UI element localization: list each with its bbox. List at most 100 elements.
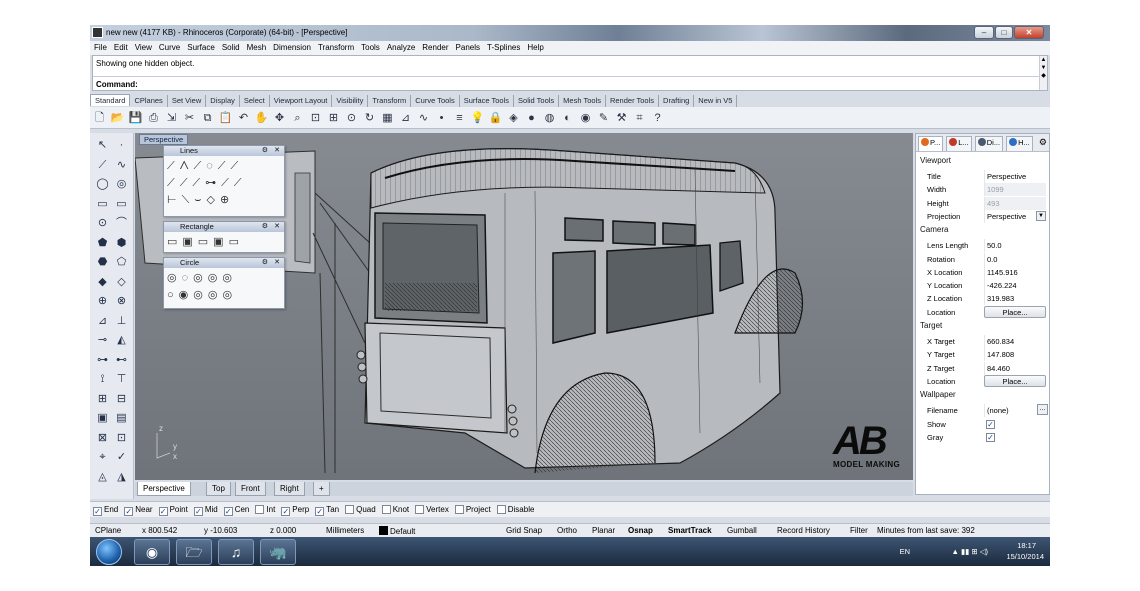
osnap-checkbox[interactable] <box>381 505 391 514</box>
osnap-cen[interactable]: ✓ Cen <box>223 505 249 516</box>
left-tool-icon-35[interactable]: ◬ <box>94 469 111 486</box>
menu-surface[interactable]: Surface <box>183 41 218 52</box>
start-button[interactable] <box>96 539 122 565</box>
left-tool-icon-20[interactable]: ⊥ <box>113 313 130 330</box>
chrome-icon[interactable]: ◉ <box>134 539 170 565</box>
viewport-title-tab[interactable]: Perspective <box>139 134 189 145</box>
osnap-project[interactable]: Project <box>454 505 491 514</box>
close-icon[interactable]: ✕ <box>274 258 280 268</box>
rectangle-tools[interactable]: ▭▣▭▣▭ <box>164 232 284 253</box>
tab-mesh-tools[interactable]: Mesh Tools <box>559 95 606 107</box>
left-tool-icon-6[interactable]: ◎ <box>113 176 130 193</box>
undo-icon[interactable]: ↶ <box>236 110 251 126</box>
clock-date[interactable]: 15/10/2014 <box>1006 552 1044 561</box>
left-tool-icon-25[interactable]: ⟟ <box>94 371 111 388</box>
lines-tools-row[interactable]: ⟋⋀⟋◌⟋⟋ <box>167 158 281 175</box>
grid-icon[interactable]: ⌗ <box>632 110 647 126</box>
property-checkbox[interactable]: ✓ <box>986 419 995 429</box>
left-tool-icon-23[interactable]: ⊶ <box>94 352 111 369</box>
rendered-icon[interactable]: ◉ <box>578 110 593 126</box>
menu-file[interactable]: File <box>90 41 110 52</box>
left-tool-icon-31[interactable]: ⊠ <box>94 430 111 447</box>
perspective-viewport[interactable]: Perspective Lines ⚙ ✕ ⟋⋀⟋◌⟋⟋ ⟋⟋⟋⊶⟋⟋ ⊢⟍⌣◇⊕ Re… <box>135 133 913 480</box>
layer-indicator[interactable]: Default <box>379 526 415 536</box>
tab-solid-tools[interactable]: Solid Tools <box>514 95 560 107</box>
menu-help[interactable]: Help <box>523 41 546 52</box>
osnap-perp[interactable]: ✓ Perp <box>281 505 309 516</box>
property-value[interactable]: 660.834 <box>984 335 1046 348</box>
tab-surface-tools[interactable]: Surface Tools <box>460 95 515 107</box>
properties-icon[interactable]: ✎ <box>596 110 611 126</box>
rhino-app-icon[interactable] <box>92 27 103 38</box>
minimize-button[interactable]: – <box>974 26 994 39</box>
osnap-checkbox[interactable]: ✓ <box>124 507 134 516</box>
add-viewport-icon[interactable]: + <box>313 482 330 496</box>
circle-tools-row[interactable]: ○◉◎◎◎ <box>167 287 281 304</box>
left-tool-icon-22[interactable]: ◭ <box>113 332 130 349</box>
osnap-quad[interactable]: Quad <box>345 505 376 514</box>
menu-t-splines[interactable]: T-Splines <box>483 41 523 52</box>
menu-panels[interactable]: Panels <box>452 41 483 52</box>
lines-tools[interactable]: ⟋⋀⟋◌⟋⟋ ⟋⟋⟋⊶⟋⟋ ⊢⟍⌣◇⊕ <box>164 156 284 211</box>
osnap-near[interactable]: ✓ Near <box>124 505 153 516</box>
ortho-toggle[interactable]: Ortho <box>557 526 577 535</box>
view-tab-front[interactable]: Front <box>235 482 266 496</box>
lock-icon[interactable]: 🔒 <box>488 110 503 126</box>
explorer-icon[interactable]: 🗁 <box>176 539 212 565</box>
left-tool-icon-26[interactable]: ⊤ <box>113 371 130 388</box>
tab-visibility[interactable]: Visibility <box>332 95 369 107</box>
left-tool-icon-30[interactable]: ▤ <box>113 410 130 427</box>
left-tool-icon-24[interactable]: ⊷ <box>113 352 130 369</box>
title-bar[interactable]: new new (4177 KB) - Rhinoceros (Corporat… <box>90 25 1050 41</box>
rhino-icon[interactable]: 🦏 <box>260 539 296 565</box>
tab-drafting[interactable]: Drafting <box>659 95 695 107</box>
left-tool-icon-33[interactable]: ⌖ <box>94 449 111 466</box>
osnap-checkbox[interactable] <box>345 505 355 514</box>
gear-icon[interactable]: ⚙ <box>1039 137 1047 148</box>
itunes-icon[interactable]: ♫ <box>218 539 254 565</box>
zoom-icon[interactable]: ⌕ <box>290 110 305 126</box>
zoom-selected-icon[interactable]: ⊙ <box>344 110 359 126</box>
left-tool-icon-11[interactable]: ⬟ <box>94 235 111 252</box>
lines-tools-row[interactable]: ⟋⟋⟋⊶⟋⟋ <box>167 175 281 192</box>
osnap-knot[interactable]: Knot <box>381 505 409 514</box>
menu-solid[interactable]: Solid <box>218 41 243 52</box>
panel-tab-1[interactable]: P... <box>918 136 944 151</box>
new-file-icon[interactable]: 🗋 <box>92 110 107 126</box>
left-tool-icon-27[interactable]: ⊞ <box>94 391 111 408</box>
layer-icon[interactable]: ≡ <box>452 110 467 126</box>
zoom-extents-icon[interactable]: ⊞ <box>326 110 341 126</box>
osnap-checkbox[interactable]: ✓ <box>93 507 102 516</box>
panel-tab-3[interactable]: Di... <box>974 136 1004 151</box>
tab-set-view[interactable]: Set View <box>168 95 207 107</box>
command-scrollbar[interactable]: ▲ ▼ ◆ <box>1039 56 1047 90</box>
cplane-label[interactable]: CPlane <box>95 526 121 535</box>
tab-viewport-layout[interactable]: Viewport Layout <box>270 95 333 107</box>
cut-icon[interactable]: ✂ <box>182 110 197 126</box>
left-tool-icon-9[interactable]: ⊙ <box>94 215 111 232</box>
material-icon[interactable]: ◈ <box>506 110 521 126</box>
save-icon[interactable]: 💾 <box>128 110 143 126</box>
light-bulb-icon[interactable]: 💡 <box>470 110 485 126</box>
menu-transform[interactable]: Transform <box>314 41 357 52</box>
cplane-icon[interactable]: ⊿ <box>398 110 413 126</box>
menu-render[interactable]: Render <box>418 41 451 52</box>
gumball-toggle[interactable]: Gumball <box>727 526 757 535</box>
tab-render-tools[interactable]: Render Tools <box>606 95 660 107</box>
sphere-icon[interactable]: ◍ <box>542 110 557 126</box>
rectangle-tools-row[interactable]: ▭▣▭▣▭ <box>167 234 281 251</box>
tools-icon[interactable]: ⚒ <box>614 110 629 126</box>
import-icon[interactable]: ⇲ <box>164 110 179 126</box>
point-icon[interactable]: • <box>434 110 449 126</box>
left-tool-icon-34[interactable]: ✓ <box>113 449 130 466</box>
gear-icon[interactable]: ⚙ <box>262 146 268 156</box>
view-tab-top[interactable]: Top <box>206 482 231 496</box>
maximize-button[interactable]: □ <box>995 26 1013 39</box>
left-tool-icon-16[interactable]: ◇ <box>113 274 130 291</box>
circle-tools-row[interactable]: ◎◌◎◎◎ <box>167 270 281 287</box>
osnap-checkbox[interactable] <box>454 505 464 514</box>
osnap-mid[interactable]: ✓ Mid <box>193 505 218 516</box>
panel-tab-2[interactable]: L... <box>946 136 972 151</box>
property-value[interactable]: 50.0 <box>984 239 1046 253</box>
menu-analyze[interactable]: Analyze <box>383 41 418 52</box>
